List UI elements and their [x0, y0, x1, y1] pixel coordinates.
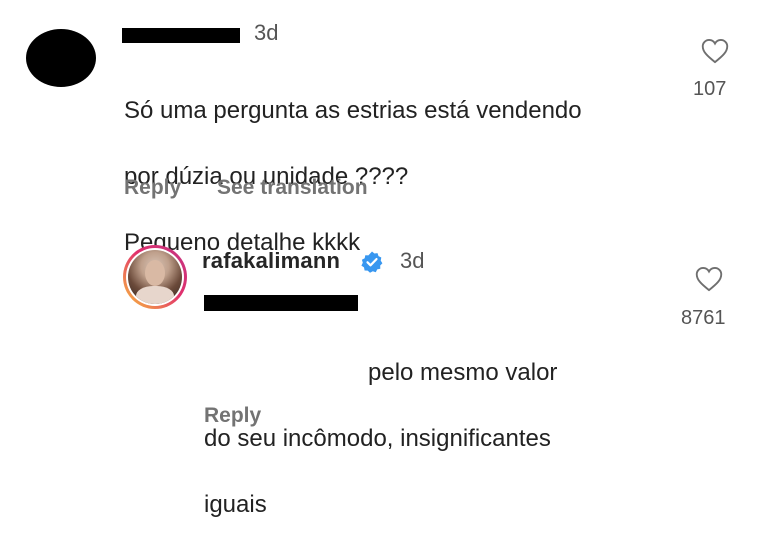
like-button[interactable] [698, 38, 732, 64]
commenter-avatar-redacted[interactable] [26, 29, 96, 87]
reply-button[interactable]: Reply [204, 404, 261, 428]
author-username[interactable]: rafakalimann [202, 248, 340, 274]
like-count: 107 [693, 78, 727, 100]
heart-outline-icon [701, 38, 729, 64]
like-count: 8761 [681, 307, 726, 329]
profile-photo [128, 250, 182, 304]
see-translation-button[interactable]: See translation [217, 176, 368, 200]
comment-line: Pequeno detalhe kkkk [124, 229, 361, 256]
reply-line: pelo mesmo valor [204, 323, 557, 389]
reply-timestamp: 3d [400, 248, 425, 273]
comment-timestamp: 3d [254, 20, 279, 45]
comment-line: Só uma pergunta as estrias está vendendo [124, 97, 582, 124]
username-redaction [122, 28, 240, 43]
reply-line-1: pelo mesmo valor [368, 359, 558, 386]
reply-button[interactable]: Reply [124, 176, 181, 200]
verified-badge-icon [361, 251, 383, 273]
reply-line: iguais [204, 491, 267, 518]
author-avatar[interactable] [123, 245, 187, 309]
heart-outline-icon [695, 266, 723, 292]
like-button[interactable] [692, 266, 726, 292]
